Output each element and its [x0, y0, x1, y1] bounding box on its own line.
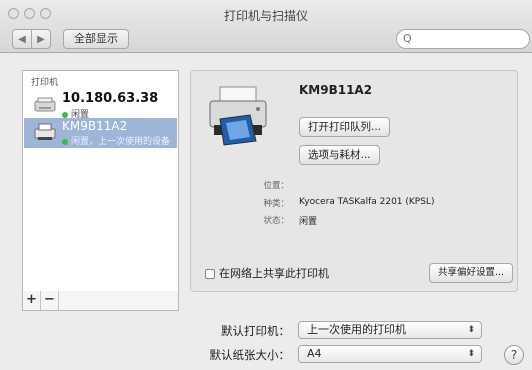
- printer-icon: [34, 123, 56, 140]
- chevron-left-icon: ◀: [18, 33, 26, 45]
- printer-status-text: 闲置，上一次使用的设备: [71, 137, 171, 147]
- chevron-right-icon: ▶: [37, 33, 45, 45]
- status-dot-icon: [62, 111, 68, 118]
- default-paper-size-value: A4: [307, 347, 322, 360]
- kind-label: 种类：: [263, 199, 289, 209]
- back-button[interactable]: ◀: [12, 29, 32, 49]
- printers-scanners-window: 打印机与扫描仪 ◀ ▶ 全部显示 Q 打印机 10.180.63.38 闲置 K…: [0, 0, 532, 370]
- popup-arrows-icon: ⬍: [467, 325, 475, 335]
- location-label: 位置：: [263, 181, 289, 191]
- help-button[interactable]: ?: [504, 345, 524, 365]
- show-all-button[interactable]: 全部显示: [63, 29, 129, 49]
- options-supplies-button[interactable]: 选项与耗材...: [299, 145, 380, 165]
- network-printer-icon: [34, 97, 56, 112]
- printer-list-item-selected[interactable]: KM9B11A2 闲置，上一次使用的设备: [24, 118, 177, 148]
- status-label: 状态：: [263, 216, 289, 226]
- printer-list-item[interactable]: 10.180.63.38 闲置: [24, 91, 177, 121]
- share-printer-checkbox[interactable]: [205, 269, 215, 279]
- default-paper-size-label: 默认纸张大小：: [209, 348, 291, 362]
- selected-printer-name: KM9B11A2: [299, 83, 373, 97]
- printer-list: 打印机 10.180.63.38 闲置 KM9B11A2 闲置，上一次使用的设备: [22, 70, 179, 292]
- open-print-queue-button[interactable]: 打开打印队列...: [299, 117, 391, 137]
- share-printer-label: 在网络上共享此打印机: [219, 267, 329, 280]
- status-dot-icon: [62, 138, 68, 145]
- kind-value: Kyocera TASKalfa 2201 (KPSL): [299, 197, 435, 207]
- default-printer-select[interactable]: 上一次使用的打印机 ⬍: [298, 321, 482, 339]
- default-printer-value: 上一次使用的打印机: [307, 323, 406, 336]
- sharing-preferences-button[interactable]: 共享偏好设置...: [429, 263, 514, 283]
- share-printer-option[interactable]: 在网络上共享此打印机: [205, 265, 329, 281]
- printer-name: KM9B11A2: [62, 119, 128, 133]
- toolbar: 打印机与扫描仪 ◀ ▶ 全部显示 Q: [0, 0, 532, 53]
- search-field[interactable]: Q: [396, 29, 530, 49]
- add-printer-button[interactable]: +: [23, 291, 41, 310]
- printer-status: 闲置，上一次使用的设备: [62, 134, 170, 147]
- default-printer-label: 默认打印机：: [221, 324, 290, 338]
- printer-name: 10.180.63.38: [62, 91, 159, 106]
- printer-list-header: 打印机: [31, 78, 59, 88]
- remove-printer-button[interactable]: −: [41, 291, 59, 310]
- printer-detail-panel: KM9B11A2 打开打印队列... 选项与耗材... 位置： 种类： Kyoc…: [190, 70, 518, 292]
- status-value: 闲置: [299, 217, 318, 227]
- popup-arrows-icon: ⬍: [467, 349, 475, 359]
- search-icon: Q: [403, 32, 412, 45]
- forward-button[interactable]: ▶: [31, 29, 51, 49]
- printer-large-icon: [209, 86, 267, 146]
- printer-list-footer: + −: [22, 291, 179, 311]
- window-title: 打印机与扫描仪: [223, 9, 308, 23]
- default-paper-size-select[interactable]: A4 ⬍: [298, 345, 482, 363]
